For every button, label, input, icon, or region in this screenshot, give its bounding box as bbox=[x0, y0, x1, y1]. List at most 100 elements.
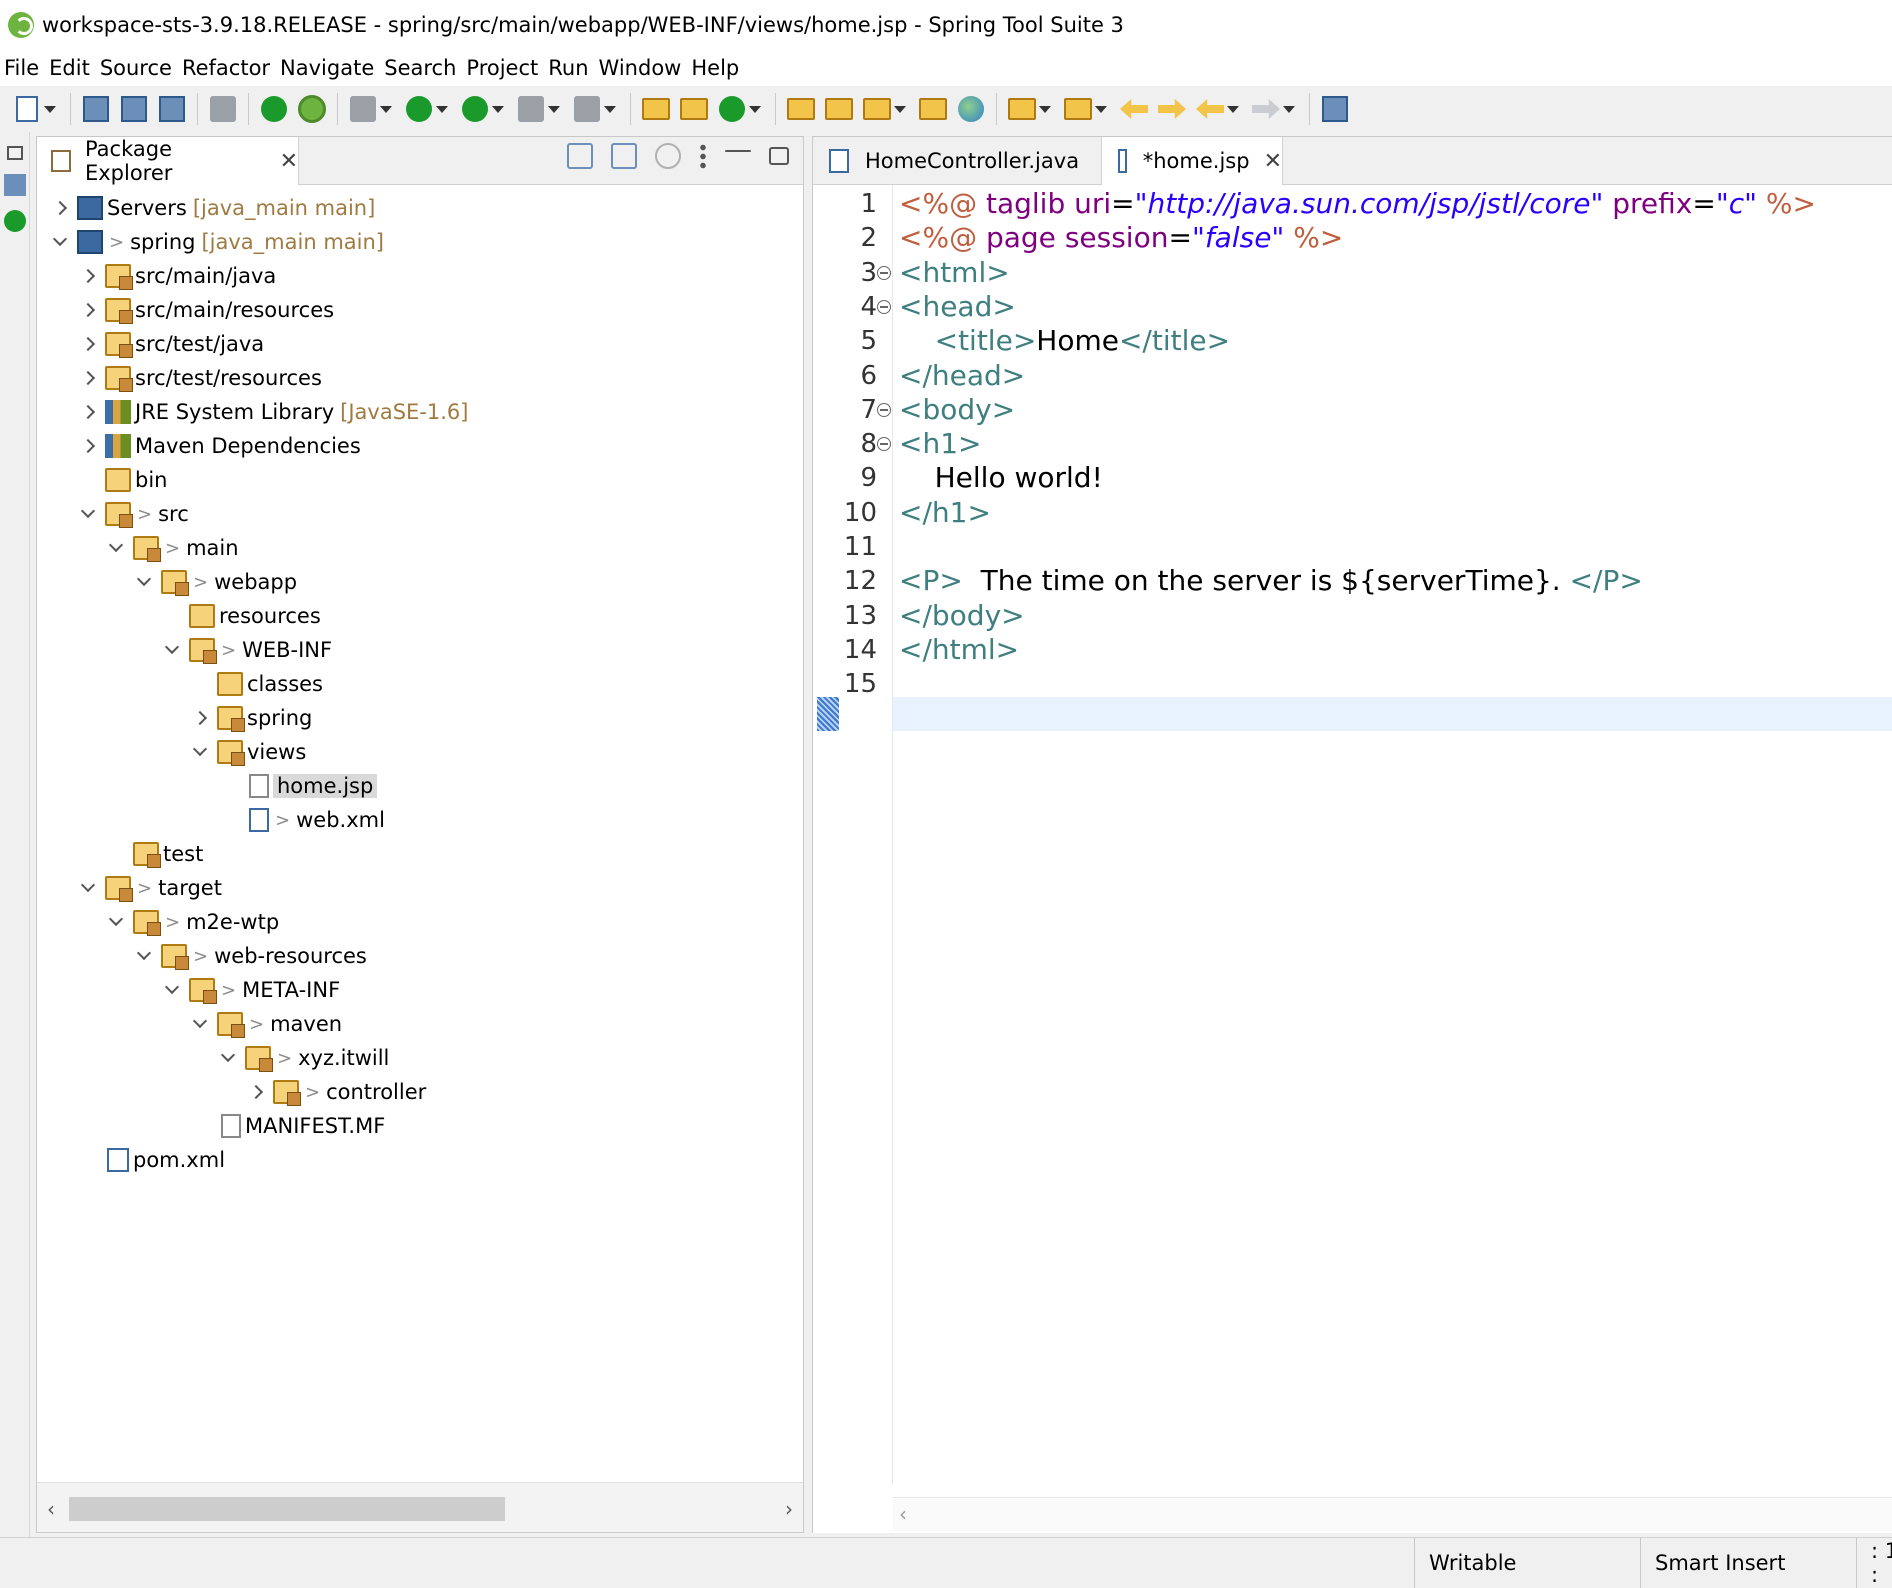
previous-annotation-button[interactable] bbox=[1063, 94, 1107, 124]
debug-button[interactable] bbox=[348, 94, 392, 124]
expand-arrow-icon[interactable] bbox=[107, 913, 125, 931]
tree-item[interactable]: JRE System Library [JavaSE-1.6] bbox=[37, 395, 803, 429]
scroll-left-icon[interactable]: ‹ bbox=[899, 1502, 907, 1526]
forward-edit-location-button[interactable] bbox=[1157, 94, 1187, 124]
skip-button[interactable] bbox=[572, 94, 616, 124]
menu-refactor[interactable]: Refactor bbox=[180, 56, 278, 80]
last-edit-location-button[interactable] bbox=[1119, 94, 1149, 124]
close-icon[interactable]: ✕ bbox=[1264, 149, 1282, 174]
tree-item[interactable]: > web.xml bbox=[37, 803, 803, 837]
tree-item[interactable]: test bbox=[37, 837, 803, 871]
link-with-editor-icon[interactable] bbox=[611, 143, 637, 169]
code-line[interactable]: <body> bbox=[899, 393, 1015, 427]
status-insert-mode[interactable]: Smart Insert bbox=[1640, 1538, 1856, 1588]
search-button[interactable] bbox=[208, 94, 238, 124]
tree-item[interactable]: > web-resources bbox=[37, 939, 803, 973]
tree-item[interactable]: src/main/java bbox=[37, 259, 803, 293]
tree-item[interactable]: > webapp bbox=[37, 565, 803, 599]
tree-item[interactable]: > m2e-wtp bbox=[37, 905, 803, 939]
new-wizard-button[interactable] bbox=[12, 94, 56, 124]
collapse-arrow-icon[interactable] bbox=[79, 369, 97, 387]
scroll-right-icon[interactable]: › bbox=[779, 1497, 799, 1521]
collapse-arrow-icon[interactable] bbox=[79, 301, 97, 319]
minimize-icon[interactable] bbox=[725, 150, 751, 152]
expand-arrow-icon[interactable] bbox=[135, 573, 153, 591]
tree-item[interactable]: home.jsp bbox=[37, 769, 803, 803]
tab-home-jsp[interactable]: *home.jsp ✕ bbox=[1101, 137, 1283, 185]
stop-button[interactable] bbox=[516, 94, 560, 124]
tree-item[interactable]: pom.xml bbox=[37, 1143, 803, 1177]
run-button[interactable] bbox=[404, 94, 448, 124]
back-button[interactable] bbox=[1195, 94, 1239, 124]
fold-toggle-icon[interactable] bbox=[877, 402, 891, 417]
package-explorer-tab[interactable]: Package Explorer ✕ bbox=[37, 137, 299, 185]
spring-dashboard-button[interactable] bbox=[297, 94, 327, 124]
tree-item[interactable]: classes bbox=[37, 667, 803, 701]
start-server-button[interactable] bbox=[259, 94, 289, 124]
code-line[interactable]: <head> bbox=[899, 290, 1016, 324]
tree-item[interactable]: > main bbox=[37, 531, 803, 565]
scrollbar-thumb[interactable] bbox=[69, 1497, 505, 1521]
tree-item[interactable]: bin bbox=[37, 463, 803, 497]
code-line[interactable]: </body> bbox=[899, 599, 1025, 633]
next-annotation-button[interactable] bbox=[1007, 94, 1051, 124]
code-line[interactable]: <P> The time on the server is ${serverTi… bbox=[899, 564, 1643, 598]
editor-horizontal-scrollbar[interactable]: ‹ bbox=[893, 1497, 1892, 1531]
code-line[interactable]: <%@ taglib uri="http://java.sun.com/jsp/… bbox=[899, 187, 1816, 221]
code-line[interactable]: <html> bbox=[899, 256, 1010, 290]
new-spring-bean-button[interactable] bbox=[717, 94, 761, 124]
maximize-icon[interactable] bbox=[769, 147, 789, 165]
type-hierarchy-icon[interactable] bbox=[3, 174, 26, 196]
expand-arrow-icon[interactable] bbox=[191, 1015, 209, 1033]
menu-edit[interactable]: Edit bbox=[47, 56, 98, 80]
tree-item[interactable]: > controller bbox=[37, 1075, 803, 1109]
tree-item[interactable]: views bbox=[37, 735, 803, 769]
restore-icon[interactable] bbox=[6, 146, 23, 160]
open-folder-button[interactable] bbox=[824, 94, 854, 124]
code-line[interactable]: </h1> bbox=[899, 496, 991, 530]
new-java-package-button[interactable] bbox=[641, 94, 671, 124]
collapse-arrow-icon[interactable] bbox=[191, 709, 209, 727]
tree-item[interactable]: src/test/resources bbox=[37, 361, 803, 395]
expand-arrow-icon[interactable] bbox=[51, 233, 69, 251]
tree-item[interactable]: resources bbox=[37, 599, 803, 633]
menu-project[interactable]: Project bbox=[464, 56, 546, 80]
tree-item[interactable]: > WEB-INF bbox=[37, 633, 803, 667]
collapse-arrow-icon[interactable] bbox=[51, 199, 69, 217]
tree-item[interactable]: > spring [java_main main] bbox=[37, 225, 803, 259]
view-menu-icon[interactable] bbox=[699, 143, 707, 169]
collapse-arrow-icon[interactable] bbox=[79, 403, 97, 421]
save-all-button[interactable] bbox=[119, 94, 149, 124]
editor-text-area[interactable]: 1 2 3 4 5 6 7 8 9 10 11 12 13 14 15 <%@ taglib uri="ht… bbox=[813, 185, 1892, 1485]
menu-window[interactable]: Window bbox=[597, 56, 690, 80]
tree-item[interactable]: > xyz.itwill bbox=[37, 1041, 803, 1075]
tree-item[interactable]: Maven Dependencies bbox=[37, 429, 803, 463]
fold-toggle-icon[interactable] bbox=[877, 299, 891, 314]
tree-item[interactable]: src/test/java bbox=[37, 327, 803, 361]
code-line[interactable]: <h1> bbox=[899, 427, 981, 461]
collapse-all-icon[interactable] bbox=[567, 143, 593, 169]
close-icon[interactable]: ✕ bbox=[280, 149, 298, 174]
collapse-arrow-icon[interactable] bbox=[79, 437, 97, 455]
tree-item[interactable]: Servers [java_main main] bbox=[37, 191, 803, 225]
forward-button[interactable] bbox=[1251, 94, 1295, 124]
open-type-button[interactable] bbox=[786, 94, 816, 124]
expand-arrow-icon[interactable] bbox=[107, 539, 125, 557]
menu-file[interactable]: File bbox=[2, 56, 47, 80]
code-line[interactable]: </html> bbox=[899, 633, 1019, 667]
scroll-left-icon[interactable]: ‹ bbox=[41, 1497, 61, 1521]
tree-item[interactable]: > target bbox=[37, 871, 803, 905]
code-line[interactable]: Hello world! bbox=[899, 461, 1103, 495]
tree-item[interactable]: > src bbox=[37, 497, 803, 531]
filter-icon[interactable] bbox=[655, 143, 681, 169]
save-button[interactable] bbox=[81, 94, 111, 124]
expand-arrow-icon[interactable] bbox=[163, 981, 181, 999]
menu-run[interactable]: Run bbox=[546, 56, 596, 80]
open-console-button[interactable] bbox=[157, 94, 187, 124]
new-java-class-button[interactable] bbox=[679, 94, 709, 124]
open-web-browser-button[interactable] bbox=[956, 94, 986, 124]
expand-arrow-icon[interactable] bbox=[219, 1049, 237, 1067]
tab-homecontroller-java[interactable]: HomeController.java bbox=[813, 137, 1101, 185]
code-line[interactable]: </head> bbox=[899, 359, 1025, 393]
menu-help[interactable]: Help bbox=[689, 56, 747, 80]
